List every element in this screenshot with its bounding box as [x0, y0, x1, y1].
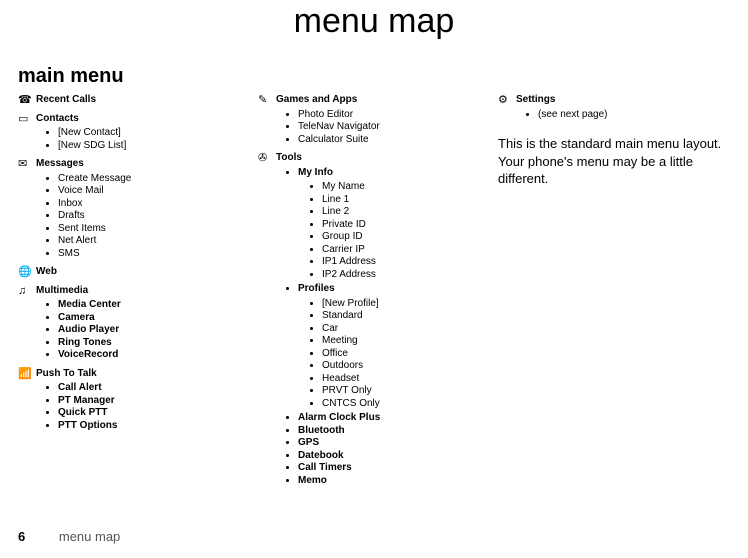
list-item: Carrier IP [322, 244, 498, 257]
contacts-icon: ▭ [18, 113, 36, 125]
list-item: Photo Editor [298, 109, 498, 122]
list-item: Meeting [322, 335, 498, 348]
list-item: Call Timers [298, 462, 498, 475]
list-item: [New SDG List] [58, 140, 258, 153]
column-3: ⚙ Settings (see next page) This is the s… [498, 94, 728, 188]
list-item: Quick PTT [58, 407, 258, 420]
page-number: 6 [18, 529, 25, 544]
list-item: [New Profile] [322, 298, 498, 311]
list-item: Line 1 [322, 194, 498, 207]
list-item: Car [322, 323, 498, 336]
list-item: PRVT Only [322, 385, 498, 398]
list-item: Camera [58, 312, 258, 325]
list-item: IP2 Address [322, 269, 498, 282]
list-item: Alarm Clock Plus [298, 412, 498, 425]
tools-myinfo: My Info [298, 167, 498, 180]
list-item: GPS [298, 437, 498, 450]
tools-icon: ✇ [258, 152, 276, 164]
list-item: Calculator Suite [298, 134, 498, 147]
list-item: Ring Tones [58, 337, 258, 350]
list-item: Drafts [58, 210, 258, 223]
contacts-title: Contacts [36, 113, 79, 126]
recent-calls-title: Recent Calls [36, 94, 96, 107]
footer-text: menu map [59, 529, 120, 544]
list-item: TeleNav Navigator [298, 121, 498, 134]
messages-title: Messages [36, 158, 84, 171]
messages-icon: ✉ [18, 158, 36, 170]
list-item: Sent Items [58, 223, 258, 236]
list-item: Call Alert [58, 382, 258, 395]
list-item: PTT Options [58, 420, 258, 433]
list-item: Media Center [58, 299, 258, 312]
list-item: Audio Player [58, 324, 258, 337]
section-title: main menu [18, 65, 748, 88]
games-title: Games and Apps [276, 94, 357, 107]
multimedia-title: Multimedia [36, 285, 88, 298]
web-title: Web [36, 266, 57, 279]
category-tools: ✇ Tools My Info My Name Line 1 Line 2 Pr… [258, 152, 498, 487]
list-item: Line 2 [322, 206, 498, 219]
list-item: PT Manager [58, 395, 258, 408]
list-item: Create Message [58, 173, 258, 186]
games-icon: ✎ [258, 94, 276, 106]
list-item: VoiceRecord [58, 349, 258, 362]
list-item: Office [322, 348, 498, 361]
list-item: CNTCS Only [322, 398, 498, 411]
category-contacts: ▭ Contacts [New Contact] [New SDG List] [18, 113, 258, 153]
list-item: Group ID [322, 231, 498, 244]
list-item: Inbox [58, 198, 258, 211]
list-item: [New Contact] [58, 127, 258, 140]
list-item: Datebook [298, 450, 498, 463]
category-web: 🌐 Web [18, 266, 258, 279]
category-recent-calls: ☎ Recent Calls [18, 94, 258, 107]
ptt-icon: 📶 [18, 368, 36, 380]
tools-title: Tools [276, 152, 302, 165]
list-item: Outdoors [322, 360, 498, 373]
page-footer: 6 menu map [18, 529, 120, 544]
list-item: Memo [298, 475, 498, 488]
menu-columns: ☎ Recent Calls ▭ Contacts [New Contact] … [18, 94, 748, 493]
ptt-title: Push To Talk [36, 368, 97, 381]
list-item: My Name [322, 181, 498, 194]
list-item: Voice Mail [58, 185, 258, 198]
list-item: Headset [322, 373, 498, 386]
recent-calls-icon: ☎ [18, 94, 36, 106]
list-item: (see next page) [538, 109, 728, 122]
list-item: Net Alert [58, 235, 258, 248]
list-item: IP1 Address [322, 256, 498, 269]
settings-title: Settings [516, 94, 555, 107]
tools-profiles: Profiles [298, 283, 498, 296]
list-item: SMS [58, 248, 258, 261]
category-settings: ⚙ Settings (see next page) [498, 94, 728, 121]
column-1: ☎ Recent Calls ▭ Contacts [New Contact] … [18, 94, 258, 438]
web-icon: 🌐 [18, 266, 36, 278]
page-title: menu map [0, 0, 748, 41]
category-messages: ✉ Messages Create Message Voice Mail Inb… [18, 158, 258, 260]
list-item: Bluetooth [298, 425, 498, 438]
category-games: ✎ Games and Apps Photo Editor TeleNav Na… [258, 94, 498, 146]
category-ptt: 📶 Push To Talk Call Alert PT Manager Qui… [18, 368, 258, 433]
settings-icon: ⚙ [498, 94, 516, 106]
list-item: Private ID [322, 219, 498, 232]
category-multimedia: ♫ Multimedia Media Center Camera Audio P… [18, 285, 258, 362]
layout-note: This is the standard main menu layout. Y… [498, 135, 728, 188]
list-item: Standard [322, 310, 498, 323]
column-2: ✎ Games and Apps Photo Editor TeleNav Na… [258, 94, 498, 493]
multimedia-icon: ♫ [18, 285, 36, 297]
